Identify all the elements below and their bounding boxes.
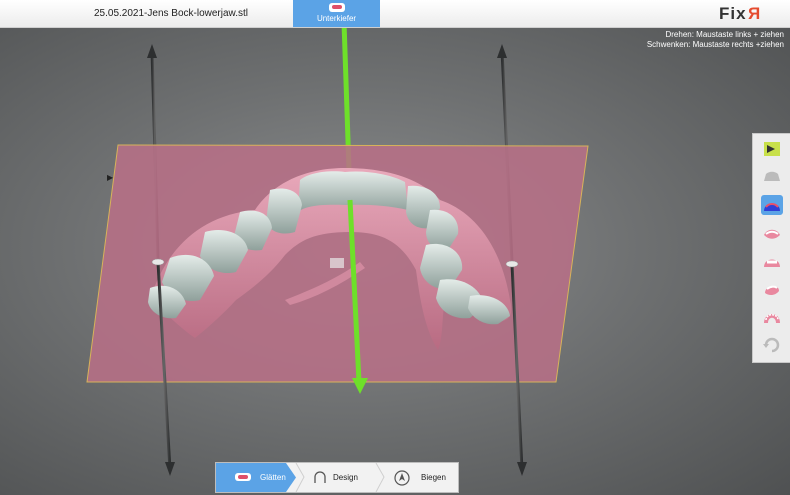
view-toolbar [752,133,790,363]
view-top-tool[interactable] [761,307,783,327]
file-title: 25.05.2021-Jens Bock-lowerjaw.stl [94,8,248,19]
jaw-base-icon [764,171,780,181]
hint-pan: Schwenken: Maustaste rechts +ziehen [646,40,784,49]
workflow-steps: Glätten Design Biegen [215,462,459,493]
step-smooth-label: Glätten [260,473,286,482]
step-bend-label: Biegen [421,473,446,482]
pin-icon [394,470,410,486]
jaw-icon [235,473,251,481]
model-viewport[interactable] [0,0,790,495]
step-bend[interactable]: Biegen [386,463,458,492]
mouse-cursor-icon: ▶ [107,173,114,182]
app-logo: FixR [719,4,760,23]
arch-trim-icon [764,203,780,211]
step-design[interactable]: Design [296,463,386,492]
jaw-top-icon [764,314,780,323]
tab-lower-jaw-label: Unterkiefer [316,14,357,23]
view-front-tool[interactable] [761,251,783,271]
title-bar: 25.05.2021-Jens Bock-lowerjaw.stl Unterk… [0,0,790,28]
jaw-side-icon [764,229,780,239]
tab-lower-jaw[interactable]: Unterkiefer [293,0,380,27]
jaw-front-icon [764,259,780,267]
view-angle-tool[interactable] [761,279,783,299]
trim-tool[interactable] [761,195,783,215]
view-side-tool[interactable] [761,223,783,243]
step-separator-icon [295,463,305,492]
step-separator-icon [375,463,385,492]
lower-jaw-icon [329,3,345,12]
reset-view-tool[interactable] [761,335,783,355]
base-tool[interactable] [761,167,783,187]
arrow-plane-icon [764,142,780,156]
jaw-angle-icon [765,285,779,296]
step-smooth[interactable]: Glätten [216,463,296,492]
rotate-icon [763,337,780,353]
step-design-label: Design [333,473,358,482]
cut-plane-tool[interactable] [761,139,783,159]
arch-icon [314,471,326,483]
hint-rotate: Drehen: Maustaste links + ziehen [665,30,784,39]
